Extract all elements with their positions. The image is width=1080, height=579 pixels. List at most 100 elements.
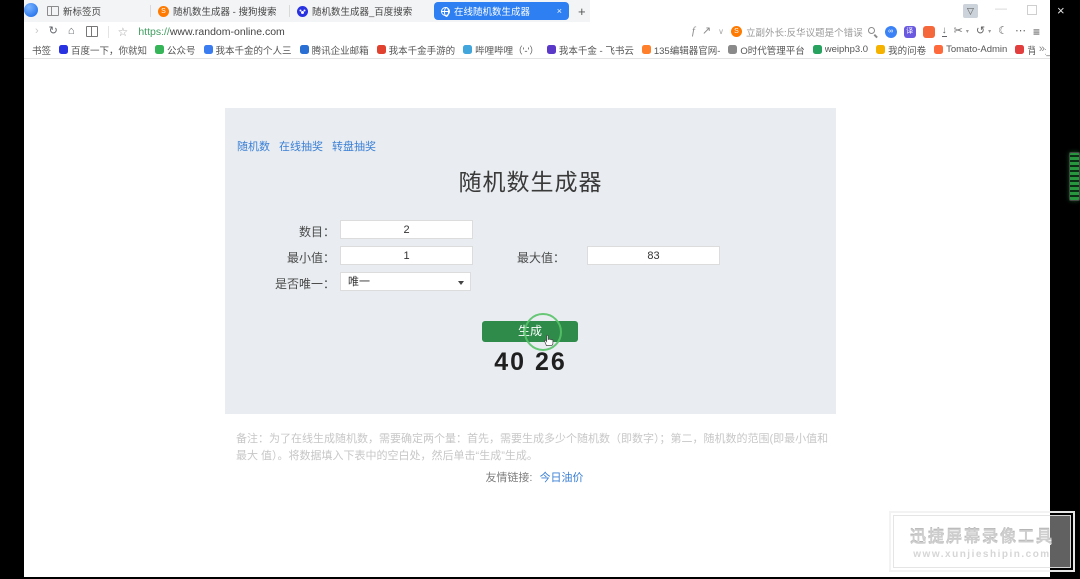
bookmark-item[interactable]: weiphp3.0 bbox=[812, 44, 868, 55]
nav-link[interactable]: 随机数 bbox=[237, 138, 270, 154]
extension-blue-icon[interactable]: ∞ bbox=[884, 25, 897, 38]
chevron-down-icon[interactable]: ▾ bbox=[966, 28, 969, 35]
bookmark-item[interactable]: 百度一下，你就知 bbox=[59, 43, 147, 57]
tab-new-page[interactable]: 新标签页 bbox=[40, 0, 150, 22]
theme-skin-icon[interactable]: ▽ bbox=[963, 4, 978, 18]
translate-icon[interactable]: 译 bbox=[903, 25, 916, 38]
hotword-text: 立副外长:反华议题是个错误 bbox=[746, 27, 863, 39]
bookmark-label: 135编辑器官网- bbox=[653, 45, 721, 57]
page-title: 随机数生成器 bbox=[458, 169, 603, 195]
bookmark-label: O时代管理平台 bbox=[740, 45, 805, 57]
bookmark-favicon bbox=[203, 45, 213, 54]
bookmark-item[interactable]: 腾讯企业邮箱 bbox=[299, 43, 369, 57]
watermark-url: www.xunjieshipin.com bbox=[913, 549, 1051, 560]
result-numbers: 40 26 bbox=[494, 348, 567, 376]
count-label: 数目： bbox=[298, 225, 335, 239]
home-icon[interactable]: ⌂ bbox=[68, 26, 75, 37]
bookmark-item[interactable]: O时代管理平台 bbox=[728, 43, 805, 57]
bookmark-star-icon[interactable]: ☆ bbox=[118, 26, 129, 38]
globe-icon bbox=[441, 6, 450, 17]
bookmark-favicon bbox=[1015, 45, 1025, 54]
night-mode-moon-icon[interactable]: ☾ bbox=[998, 26, 1008, 37]
bookmark-item[interactable]: 我本千金手游的 bbox=[376, 43, 455, 57]
minimize-button[interactable]: — bbox=[995, 1, 1007, 15]
browser-toolbar: › ↻ ⌂ ☆ https://www.random-online.com f … bbox=[24, 22, 1050, 41]
bookmark-favicon bbox=[876, 45, 886, 54]
bookmark-label: 我本千金 - 飞书云 bbox=[558, 45, 634, 57]
download-icon[interactable]: ↓ bbox=[941, 26, 947, 37]
game-center-icon[interactable] bbox=[922, 25, 935, 38]
bookmark-favicon bbox=[934, 45, 944, 54]
tab-close-icon[interactable]: × bbox=[557, 6, 562, 16]
history-undo-icon[interactable]: ↺ bbox=[976, 26, 985, 37]
bookmark-favicon bbox=[546, 45, 556, 54]
watermark-title: 迅捷屏幕录像工具 bbox=[909, 529, 1054, 546]
bookmarks-overflow-chevron[interactable]: » bbox=[1034, 43, 1045, 55]
split-view-icon[interactable] bbox=[85, 26, 98, 37]
bookmark-favicon bbox=[728, 45, 738, 54]
tab-sogou-search[interactable]: S 随机数生成器 - 搜狗搜索 bbox=[151, 0, 289, 22]
refresh-icon[interactable]: ↻ bbox=[49, 26, 58, 37]
share-icon[interactable]: ↗ bbox=[702, 26, 711, 37]
bookmark-item[interactable]: 书签 bbox=[32, 43, 51, 57]
forward-icon[interactable]: › bbox=[35, 26, 39, 37]
nav-link[interactable]: 转盘抽奖 bbox=[332, 138, 376, 154]
maximize-button[interactable] bbox=[1027, 5, 1037, 15]
min-input[interactable] bbox=[340, 246, 473, 265]
toolbar-divider bbox=[107, 25, 109, 38]
bookmark-favicon bbox=[59, 45, 69, 54]
unique-label: 是否唯一： bbox=[274, 277, 335, 291]
tab-label: 在线随机数生成器 bbox=[454, 7, 531, 18]
bookmark-item[interactable]: 我本千金 - 飞书云 bbox=[546, 43, 634, 57]
tab-baidu-search[interactable]: 随机数生成器_百度搜索 bbox=[290, 0, 428, 22]
chevron-down-icon[interactable]: ∨ bbox=[718, 27, 724, 36]
menu-icon[interactable]: ≡ bbox=[1033, 26, 1040, 38]
bookmark-favicon bbox=[641, 45, 651, 54]
friend-links-label: 友情链接: bbox=[485, 472, 533, 484]
bookmark-favicon bbox=[376, 45, 386, 54]
bookmark-favicon bbox=[812, 45, 822, 54]
new-tab-button[interactable]: + bbox=[578, 5, 586, 18]
bookmark-item[interactable]: 135编辑器官网- bbox=[641, 43, 721, 57]
url-host: www.random-online.com bbox=[169, 25, 285, 38]
max-label: 最大值： bbox=[516, 251, 565, 265]
chevron-down-icon[interactable]: ▾ bbox=[988, 28, 991, 35]
battery-charge-indicator bbox=[1069, 152, 1080, 201]
watermark-inner-frame: 迅捷屏幕录像工具 www.xunjieshipin.com bbox=[893, 515, 1071, 568]
count-input[interactable] bbox=[340, 220, 473, 239]
tab-label: 新标签页 bbox=[63, 7, 102, 18]
friend-link-oil-price[interactable]: 今日油价 bbox=[540, 472, 584, 484]
generator-card: 随机数在线抽奖转盘抽奖 随机数生成器 数目： 最小值： 最大值： 是否唯一： 唯… bbox=[225, 108, 836, 414]
tab-active-random-generator[interactable]: 在线随机数生成器 × bbox=[434, 2, 569, 20]
url-scheme: https:// bbox=[138, 25, 170, 38]
screenshot-scissors-icon[interactable]: ✂ bbox=[954, 26, 963, 37]
nav-link[interactable]: 在线抽奖 bbox=[279, 138, 323, 154]
hotword-search-box[interactable]: S 立副外长:反华议题是个错误 bbox=[731, 25, 878, 39]
select-caret-icon bbox=[458, 281, 464, 285]
close-button[interactable]: × bbox=[1057, 3, 1065, 18]
web-page: 随机数在线抽奖转盘抽奖 随机数生成器 数目： 最小值： 最大值： 是否唯一： 唯… bbox=[24, 59, 1050, 577]
bookmark-item[interactable]: 我本千金的个人三 bbox=[203, 43, 292, 57]
bookmark-favicon bbox=[155, 45, 165, 54]
card-nav-links: 随机数 在线抽奖 转盘抽奖 bbox=[237, 138, 376, 154]
baidu-icon bbox=[297, 5, 308, 17]
bookmark-item[interactable]: 我的问卷 bbox=[876, 43, 926, 57]
search-icon[interactable] bbox=[867, 26, 878, 37]
bookmark-label: 腾讯企业邮箱 bbox=[311, 45, 369, 57]
address-bar[interactable]: https://www.random-online.com bbox=[138, 26, 284, 38]
font-reader-icon[interactable]: f bbox=[692, 26, 695, 37]
bookmark-item[interactable]: Tomato-Admin bbox=[934, 44, 1007, 55]
bookmark-label: 书签 bbox=[32, 45, 52, 57]
friend-links-row: 友情链接: 今日油价 bbox=[236, 469, 833, 485]
bookmark-favicon bbox=[463, 45, 473, 54]
bookmark-item[interactable]: 哔哩哔哩（'-'） bbox=[463, 43, 539, 57]
max-input[interactable] bbox=[587, 246, 720, 265]
min-label: 最小值： bbox=[286, 251, 335, 265]
browser-window: 新标签页 S 随机数生成器 - 搜狗搜索 随机数生成器_百度搜索 在线随机数生成… bbox=[24, 0, 1050, 577]
unique-select[interactable]: 唯一 bbox=[340, 272, 471, 291]
bookmark-label: Tomato-Admin bbox=[946, 44, 1008, 55]
more-options-icon[interactable]: ⋯ bbox=[1015, 26, 1026, 37]
bookmark-item[interactable]: 公众号 bbox=[155, 43, 196, 57]
browser-logo-icon[interactable] bbox=[24, 3, 38, 17]
tab-strip: 新标签页 S 随机数生成器 - 搜狗搜索 随机数生成器_百度搜索 在线随机数生成… bbox=[24, 0, 590, 22]
